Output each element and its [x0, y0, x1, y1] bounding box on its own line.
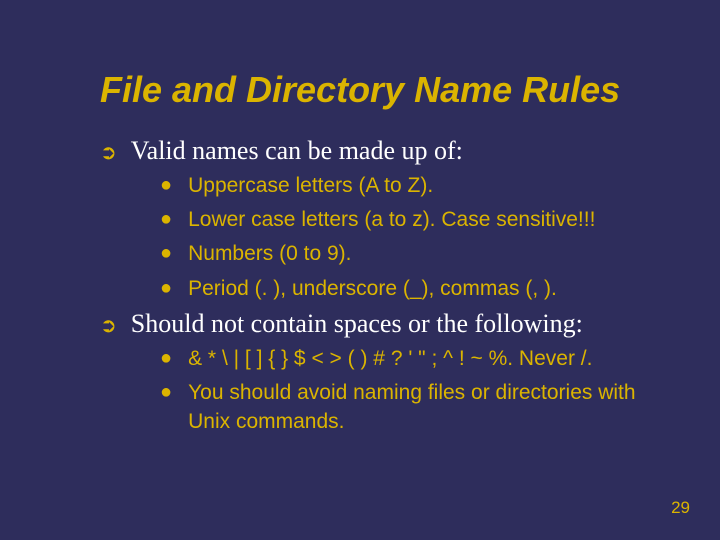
- dot-bullet-icon: ●: [160, 206, 172, 232]
- slide-title: File and Directory Name Rules: [100, 70, 680, 110]
- dot-bullet-icon: ●: [160, 275, 172, 301]
- section-heading: ➲ Should not contain spaces or the follo…: [100, 309, 680, 339]
- list-item: ● Period (. ), underscore (_), commas (,…: [160, 275, 680, 303]
- list-item-text: Period (. ), underscore (_), commas (, )…: [188, 275, 557, 303]
- list-item: ● Uppercase letters (A to Z).: [160, 172, 680, 200]
- list-item: ● Lower case letters (a to z). Case sens…: [160, 206, 680, 234]
- dot-bullet-icon: ●: [160, 240, 172, 266]
- list-item-text: Lower case letters (a to z). Case sensit…: [188, 206, 595, 234]
- list-item: ● Numbers (0 to 9).: [160, 240, 680, 268]
- arrow-bullet-icon: ➲: [100, 138, 117, 168]
- list-item-text: You should avoid naming files or directo…: [188, 379, 680, 436]
- list-item-text: & * \ | [ ] { } $ < > ( ) # ? ' " ; ^ ! …: [188, 345, 592, 373]
- section-heading-text: Valid names can be made up of:: [131, 136, 463, 166]
- dot-bullet-icon: ●: [160, 345, 172, 371]
- section-heading-text: Should not contain spaces or the followi…: [131, 309, 583, 339]
- section-heading: ➲ Valid names can be made up of:: [100, 136, 680, 166]
- list-item-text: Uppercase letters (A to Z).: [188, 172, 433, 200]
- arrow-bullet-icon: ➲: [100, 311, 117, 341]
- list-item-text: Numbers (0 to 9).: [188, 240, 351, 268]
- slide: File and Directory Name Rules ➲ Valid na…: [0, 0, 720, 540]
- page-number: 29: [671, 498, 690, 518]
- dot-bullet-icon: ●: [160, 379, 172, 405]
- list-item: ● & * \ | [ ] { } $ < > ( ) # ? ' " ; ^ …: [160, 345, 680, 373]
- dot-bullet-icon: ●: [160, 172, 172, 198]
- list-item: ● You should avoid naming files or direc…: [160, 379, 680, 436]
